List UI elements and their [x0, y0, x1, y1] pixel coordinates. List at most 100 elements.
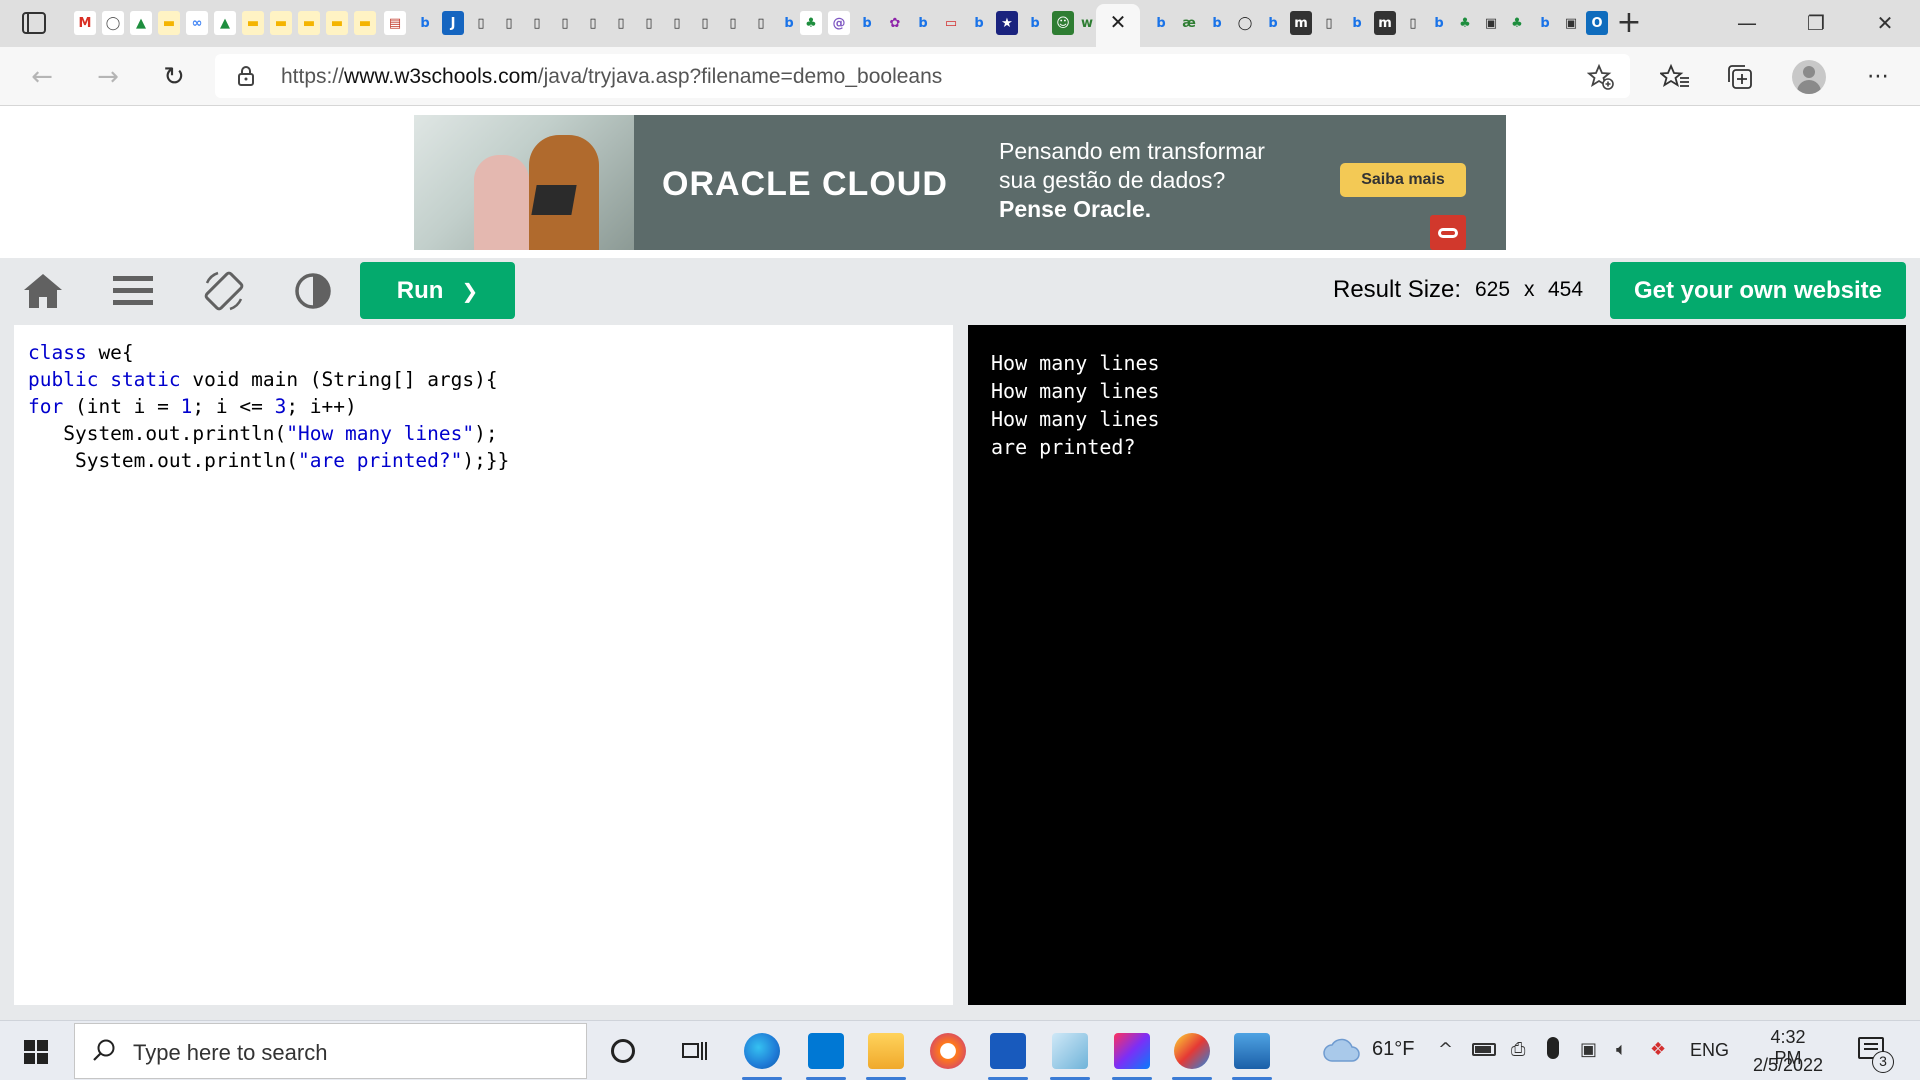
tab-favicon-icon[interactable]: ▬ — [326, 11, 348, 35]
tab-favicon-icon[interactable]: ▣ — [1560, 11, 1582, 35]
dark-mode-icon[interactable] — [290, 268, 336, 314]
notepad-taskbar-icon[interactable] — [1052, 1033, 1088, 1069]
show-hidden-icons-chevron[interactable]: ^ — [1438, 1039, 1453, 1060]
taskbar-search-box[interactable]: Type here to search — [74, 1023, 587, 1079]
tab-favicon-icon[interactable]: æ — [1178, 11, 1200, 35]
run-button[interactable]: Run ❯ — [360, 262, 515, 319]
maximize-button[interactable]: ❐ — [1793, 8, 1839, 38]
code-editor[interactable]: class we{public static void main (String… — [14, 325, 953, 1005]
volume-icon[interactable]: 🔈︎ — [1616, 1039, 1627, 1060]
tab-favicon-icon[interactable]: b — [1206, 11, 1228, 35]
code-line[interactable]: public static void main (String[] args){ — [28, 366, 509, 393]
tab-favicon-icon[interactable]: ▬ — [270, 11, 292, 35]
lock-icon[interactable] — [237, 65, 255, 87]
tab-favicon-icon[interactable]: ♣ — [800, 11, 822, 35]
get-website-button[interactable]: Get your own website — [1610, 262, 1906, 319]
tab-favicon-icon[interactable]: ◯ — [1234, 11, 1256, 35]
code-line[interactable]: class we{ — [28, 339, 509, 366]
profile-avatar[interactable] — [1792, 60, 1826, 94]
collections-icon[interactable] — [1726, 63, 1754, 91]
tab-favicon-icon[interactable]: ▬ — [298, 11, 320, 35]
tab-favicon-icon[interactable]: ▯ — [1402, 11, 1424, 35]
tab-favicon-icon[interactable]: ☺ — [1052, 11, 1074, 35]
tab-favicon-icon[interactable]: ▬ — [354, 11, 376, 35]
favorites-icon[interactable] — [1660, 63, 1690, 91]
tab-favicon-icon[interactable]: ▬ — [158, 11, 180, 35]
tab-favicon-icon[interactable]: ▬ — [242, 11, 264, 35]
back-button[interactable]: ← — [24, 59, 60, 95]
battery-icon[interactable] — [1472, 1043, 1496, 1056]
tab-favicon-icon[interactable]: ▯ — [526, 11, 548, 35]
tab-favicon-icon[interactable]: ♣ — [1506, 11, 1528, 35]
tab-favicon-icon[interactable]: b — [1346, 11, 1368, 35]
window-close-button[interactable]: ✕ — [1862, 8, 1908, 38]
tab-favicon-icon[interactable]: b — [414, 11, 436, 35]
tab-favicon-icon[interactable]: ♣ — [1454, 11, 1476, 35]
tab-favicon-icon[interactable]: ▯ — [722, 11, 744, 35]
paint-taskbar-icon[interactable] — [1174, 1033, 1210, 1069]
tab-favicon-icon[interactable]: ∞ — [186, 11, 208, 35]
edge-taskbar-icon[interactable] — [744, 1033, 780, 1069]
tab-favicon-icon[interactable]: ▯ — [1318, 11, 1340, 35]
tab-favicon-icon[interactable]: b — [778, 11, 800, 35]
code-line[interactable]: for (int i = 1; i <= 3; i++) — [28, 393, 509, 420]
tab-favicon-icon[interactable]: b — [1262, 11, 1284, 35]
tab-favicon-icon[interactable]: ✿ — [884, 11, 906, 35]
tab-favicon-icon[interactable]: ▯ — [694, 11, 716, 35]
tab-favicon-icon[interactable]: M — [74, 11, 96, 35]
code-line[interactable]: System.out.println("are printed?");}} — [28, 447, 509, 474]
code-line[interactable]: System.out.println("How many lines"); — [28, 420, 509, 447]
weather-cloud-icon[interactable] — [1322, 1037, 1362, 1063]
camera-icon[interactable]: ⎙ — [1511, 1039, 1525, 1060]
tab-favicon-icon[interactable]: ◯ — [102, 11, 124, 35]
tab-favicon-icon[interactable]: b — [1024, 11, 1046, 35]
language-indicator[interactable]: ENG — [1690, 1040, 1729, 1061]
word-taskbar-icon[interactable] — [990, 1033, 1026, 1069]
tab-favicon-icon[interactable]: ▲ — [130, 11, 152, 35]
rotate-layout-icon[interactable] — [201, 268, 247, 314]
address-bar[interactable]: https://www.w3schools.com/java/tryjava.a… — [215, 54, 1630, 98]
file-explorer-taskbar-icon[interactable] — [868, 1033, 904, 1069]
new-tab-button[interactable]: + — [1614, 6, 1644, 40]
tab-favicon-icon[interactable]: ▤ — [384, 11, 406, 35]
tab-favicon-icon[interactable]: ▯ — [470, 11, 492, 35]
tab-favicon-icon[interactable]: ▲ — [214, 11, 236, 35]
refresh-button[interactable]: ↻ — [156, 59, 192, 95]
add-favorite-icon[interactable] — [1587, 63, 1615, 91]
windows-start-icon[interactable] — [24, 1040, 48, 1064]
tab-favicon-icon[interactable]: ▭ — [940, 11, 962, 35]
tab-favicon-icon[interactable]: ▯ — [638, 11, 660, 35]
intellij-taskbar-icon[interactable] — [1114, 1033, 1150, 1069]
tab-favicon-icon[interactable]: ▯ — [554, 11, 576, 35]
clock-date[interactable]: 2/5/2022 — [1748, 1055, 1828, 1076]
settings-more-icon[interactable]: ⋯ — [1860, 59, 1896, 95]
home-icon[interactable] — [20, 268, 66, 314]
tab-favicon-icon[interactable]: b — [1534, 11, 1556, 35]
url-text[interactable]: https://www.w3schools.com/java/tryjava.a… — [281, 65, 942, 89]
task-view-icon[interactable] — [681, 1038, 709, 1064]
ad-badge-icon[interactable] — [1430, 215, 1466, 250]
tab-favicon-icon[interactable]: b — [968, 11, 990, 35]
minimize-button[interactable]: — — [1724, 8, 1770, 38]
weather-temperature[interactable]: 61°F — [1372, 1038, 1414, 1061]
tab-favicon-icon[interactable]: b — [856, 11, 878, 35]
tab-favicon-icon[interactable]: J — [442, 11, 464, 35]
app-store-taskbar-icon[interactable] — [808, 1033, 844, 1069]
tab-favicon-icon[interactable]: ▯ — [582, 11, 604, 35]
network-icon[interactable]: ▣ — [1580, 1039, 1597, 1060]
cortana-icon[interactable] — [611, 1039, 635, 1063]
tab-favicon-icon[interactable]: ▯ — [666, 11, 688, 35]
tab-favicon-icon[interactable]: O — [1586, 11, 1608, 35]
tab-favicon-icon[interactable]: @ — [828, 11, 850, 35]
code-text[interactable]: class we{public static void main (String… — [28, 339, 509, 474]
tab-favicon-icon[interactable]: ★ — [996, 11, 1018, 35]
tab-favicon-icon[interactable]: b — [912, 11, 934, 35]
photos-taskbar-icon[interactable] — [1234, 1033, 1270, 1069]
tab-favicon-icon[interactable]: ▣ — [1480, 11, 1502, 35]
close-tab-icon[interactable]: ✕ — [1106, 10, 1130, 34]
tab-favicon-icon[interactable]: ▯ — [498, 11, 520, 35]
ad-cta-button[interactable]: Saiba mais — [1340, 163, 1466, 197]
tab-favicon-icon[interactable]: ▯ — [610, 11, 632, 35]
menu-icon[interactable] — [110, 268, 156, 314]
tab-favicon-icon[interactable]: b — [1150, 11, 1172, 35]
